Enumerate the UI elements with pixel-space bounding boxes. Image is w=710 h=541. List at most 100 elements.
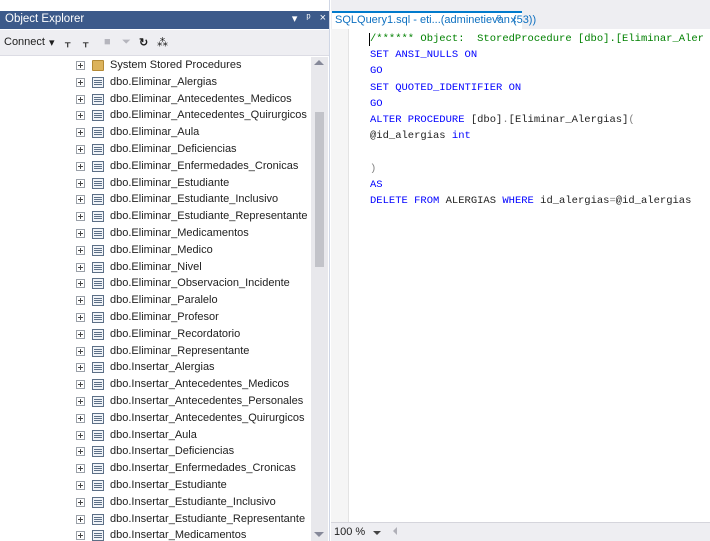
connect-dropdown-arrow-icon[interactable]: ▾ [49,36,55,49]
tree-item-label: dbo.Insertar_Estudiante_Representante [110,512,306,525]
stop-icon[interactable]: ■ [104,36,111,48]
expand-plus-icon[interactable] [76,397,85,406]
tree-item[interactable]: dbo.Eliminar_Deficiencias [0,141,310,158]
stored-procedure-icon [92,463,104,475]
disconnect-icon[interactable]: ᚁ [83,36,88,49]
connect-object-explorer-icon[interactable]: ᚁ [65,36,70,49]
query-editor[interactable]: /****** Object: StoredProcedure [dbo].[E… [331,29,710,522]
pin-tab-icon[interactable]: ᵖ [497,13,501,25]
zoom-dropdown-arrow-icon[interactable] [373,531,381,535]
object-explorer-vertical-scrollbar[interactable] [311,57,328,541]
connect-button[interactable]: Connect [4,36,45,48]
activity-monitor-icon[interactable]: ⁂ [157,36,168,49]
window-position-dropdown-icon[interactable]: ▾ [292,12,298,25]
stored-procedure-icon [92,379,104,391]
expand-plus-icon[interactable] [76,481,85,490]
scroll-up-arrow-icon[interactable] [314,60,324,65]
tree-item-label: dbo.Eliminar_Enfermedades_Cronicas [110,159,299,172]
expand-plus-icon[interactable] [76,229,85,238]
expand-plus-icon[interactable] [76,346,85,356]
tree-item[interactable]: dbo.Eliminar_Nivel [0,259,310,276]
stored-procedure-icon [92,110,104,122]
filter-icon[interactable]: ⏷ [122,36,131,49]
tree-item[interactable]: dbo.Insertar_Estudiante_Representante [0,511,310,528]
tree-item[interactable]: dbo.Eliminar_Alergias [0,74,310,91]
tree-item-label: dbo.Insertar_Estudiante [110,479,227,491]
tree-item[interactable]: dbo.Insertar_Aula [0,427,310,444]
expand-plus-icon[interactable] [76,514,85,524]
tree-item[interactable]: dbo.Eliminar_Medico [0,242,310,259]
tree-item[interactable]: dbo.Eliminar_Recordatorio [0,326,310,343]
expand-plus-icon[interactable] [76,77,85,87]
tree-item[interactable]: dbo.Eliminar_Profesor [0,309,310,326]
scrollbar-thumb[interactable] [315,112,324,267]
code-line: SET ANSI_NULLS ON [370,47,477,63]
stored-procedure-icon [92,228,104,239]
expand-plus-icon[interactable] [76,531,85,541]
tree-item[interactable]: dbo.Eliminar_Medicamentos [0,225,310,242]
tree-item[interactable]: dbo.Eliminar_Antecedentes_Medicos [0,91,310,108]
tree-item[interactable]: dbo.Insertar_Antecedentes_Medicos [0,376,310,393]
expand-plus-icon[interactable] [76,128,85,138]
expand-plus-icon[interactable] [76,212,85,222]
expand-plus-icon[interactable] [76,296,85,306]
expand-plus-icon[interactable] [76,464,85,474]
tree-item[interactable]: dbo.Eliminar_Paralelo [0,292,310,309]
expand-plus-icon[interactable] [76,111,85,121]
expand-plus-icon[interactable] [76,262,85,272]
stored-procedure-icon [92,480,104,491]
tree-item[interactable]: System Stored Procedures [0,57,310,74]
tree-item[interactable]: dbo.Eliminar_Estudiante_Inclusivo [0,191,310,208]
zoom-level-dropdown[interactable]: 100 % [334,526,365,538]
tree-item[interactable]: dbo.Eliminar_Aula [0,124,310,141]
tree-item[interactable]: dbo.Insertar_Antecedentes_Personales [0,393,310,410]
expand-plus-icon[interactable] [76,329,85,339]
code-token: /****** Object: StoredProcedure [dbo].[E… [370,33,704,45]
tree-item[interactable]: dbo.Eliminar_Enfermedades_Cronicas [0,158,310,175]
stored-procedure-icon [92,93,104,105]
tree-item[interactable]: dbo.Eliminar_Antecedentes_Quirurgicos [0,107,310,124]
tab-sqlquery1[interactable]: SQLQuery1.sql - eti...(adminetievan (53)… [332,11,536,29]
tree-item[interactable]: dbo.Eliminar_Estudiante [0,175,310,192]
expand-plus-icon[interactable] [76,497,85,507]
tree-item-label: dbo.Eliminar_Paralelo [110,294,218,307]
refresh-icon[interactable]: ↻ [139,36,148,49]
expand-plus-icon[interactable] [76,430,85,440]
auto-hide-pin-icon[interactable]: ᵖ [306,12,310,25]
tree-item[interactable]: dbo.Insertar_Estudiante [0,477,310,494]
expand-plus-icon[interactable] [76,195,85,205]
tree-item[interactable]: dbo.Insertar_Estudiante_Inclusivo [0,494,310,511]
stored-procedure-icon [92,160,104,172]
expand-plus-icon[interactable] [76,413,85,423]
tree-item[interactable]: dbo.Insertar_Antecedentes_Quirurgicos [0,410,310,427]
expand-plus-icon[interactable] [76,94,85,104]
scroll-left-arrow-icon[interactable] [393,527,397,535]
expand-plus-icon[interactable] [76,245,85,255]
tree-item[interactable]: dbo.Insertar_Enfermedades_Cronicas [0,460,310,477]
tree-item-label: dbo.Eliminar_Antecedentes_Medicos [110,92,292,105]
expand-plus-icon[interactable] [76,145,85,154]
expand-plus-icon[interactable] [76,313,85,322]
tree-item[interactable]: dbo.Eliminar_Representante [0,343,310,360]
expand-plus-icon[interactable] [76,447,85,457]
code-token: WHERE [502,195,541,207]
tree-item[interactable]: dbo.Eliminar_Observacion_Incidente [0,275,310,292]
expand-plus-icon[interactable] [76,178,85,188]
tree-item[interactable]: dbo.Insertar_Medicamentos [0,527,310,541]
expand-plus-icon[interactable] [76,161,85,171]
code-token: SET ANSI_NULLS ON [370,49,478,62]
tree-item[interactable]: dbo.Eliminar_Estudiante_Representante [0,208,310,225]
scroll-down-arrow-icon[interactable] [314,532,324,537]
tree-item[interactable]: dbo.Insertar_Deficiencias [0,443,310,460]
close-icon[interactable]: × [320,12,326,25]
stored-procedure-icon [92,211,104,223]
expand-plus-icon[interactable] [76,279,85,289]
editor-status-bar: 100 % [331,522,710,541]
stored-procedure-icon [92,530,104,541]
expand-plus-icon[interactable] [76,363,85,373]
tree-item-label: dbo.Eliminar_Observacion_Incidente [110,277,290,290]
close-tab-icon[interactable]: × [510,13,517,27]
tree-item[interactable]: dbo.Insertar_Alergias [0,359,310,376]
expand-plus-icon[interactable] [76,380,85,390]
expand-plus-icon[interactable] [76,61,85,70]
